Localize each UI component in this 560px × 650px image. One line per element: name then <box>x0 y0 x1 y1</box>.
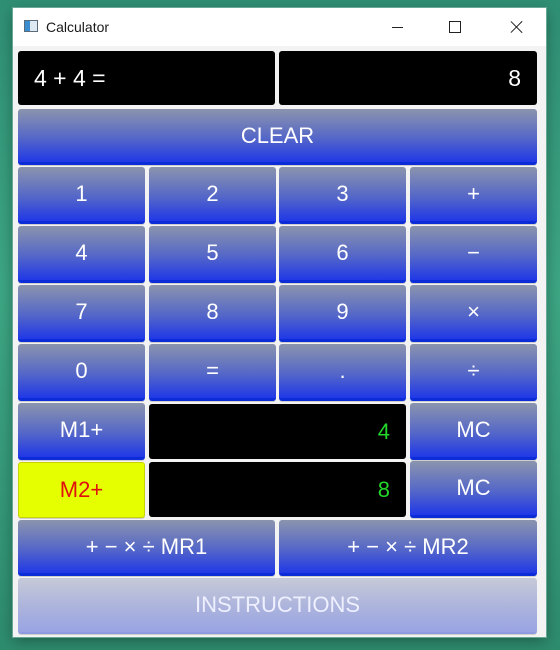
m2-clear-button[interactable]: MC <box>410 461 537 518</box>
m1-clear-button[interactable]: MC <box>410 403 537 460</box>
decimal-button[interactable]: . <box>279 344 406 401</box>
digit-8-button[interactable]: 8 <box>149 285 276 342</box>
mr2-operations-button[interactable]: + − × ÷ MR2 <box>279 520 537 576</box>
clear-button[interactable]: CLEAR <box>18 109 537 165</box>
calculator-window: Calculator 4 + 4 = 8 CLEAR 1 2 3 + 4 5 6… <box>13 8 546 637</box>
m2-add-button[interactable]: M2+ <box>18 462 145 518</box>
divide-button[interactable]: ÷ <box>410 344 537 401</box>
digit-9-button[interactable]: 9 <box>279 285 406 342</box>
minimize-button[interactable] <box>368 8 426 46</box>
subtract-button[interactable]: − <box>410 226 537 283</box>
digit-2-button[interactable]: 2 <box>149 167 276 224</box>
memory-2-display: 8 <box>149 462 406 517</box>
add-button[interactable]: + <box>410 167 537 224</box>
digit-3-button[interactable]: 3 <box>279 167 406 224</box>
multiply-button[interactable]: × <box>410 285 537 342</box>
app-icon <box>24 20 38 32</box>
digit-5-button[interactable]: 5 <box>149 226 276 283</box>
digit-0-button[interactable]: 0 <box>18 344 145 401</box>
digit-6-button[interactable]: 6 <box>279 226 406 283</box>
minimize-icon <box>391 26 403 28</box>
equals-button[interactable]: = <box>149 344 276 401</box>
result-display: 8 <box>279 51 537 105</box>
digit-1-button[interactable]: 1 <box>18 167 145 224</box>
expression-display: 4 + 4 = <box>18 51 275 105</box>
close-icon <box>510 20 524 34</box>
m1-add-button[interactable]: M1+ <box>18 403 145 460</box>
maximize-button[interactable] <box>426 8 484 46</box>
maximize-icon <box>449 21 461 33</box>
memory-1-display: 4 <box>149 404 406 459</box>
digit-7-button[interactable]: 7 <box>18 285 145 342</box>
title-bar[interactable]: Calculator <box>13 8 546 46</box>
instructions-button[interactable]: INSTRUCTIONS <box>18 578 537 634</box>
digit-4-button[interactable]: 4 <box>18 226 145 283</box>
mr1-operations-button[interactable]: + − × ÷ MR1 <box>18 520 275 576</box>
window-title: Calculator <box>46 19 110 35</box>
close-button[interactable] <box>488 8 546 46</box>
